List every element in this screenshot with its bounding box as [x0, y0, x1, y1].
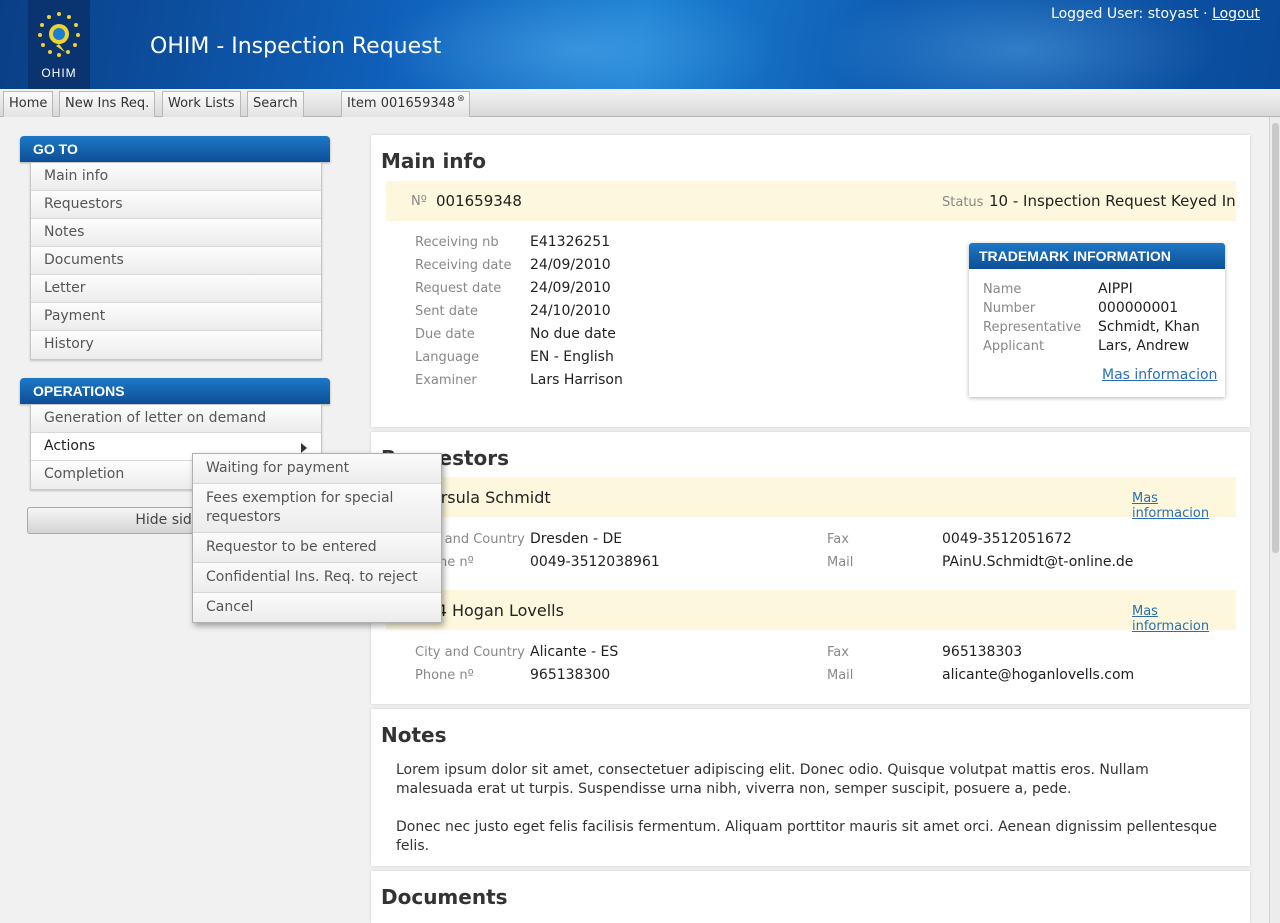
goto-payment[interactable]: Payment: [31, 303, 321, 331]
field-label: Language: [415, 350, 480, 365]
field-label: Sent date: [415, 304, 479, 319]
logged-user-label: Logged User: stoyast ·: [1051, 6, 1208, 22]
page-scrollbar[interactable]: [1269, 117, 1280, 923]
receiving-nb: E41326251: [530, 234, 611, 250]
requestor-phone: 0049-3512038961: [530, 554, 660, 570]
goto-notes[interactable]: Notes: [31, 219, 321, 247]
documents-section: Documents: [371, 871, 1250, 923]
requestor-header: 10014 Hogan Lovells Mas informacion: [386, 590, 1236, 634]
action-confidential-reject[interactable]: Confidential Ins. Req. to reject: [193, 563, 441, 593]
ohim-emblem-icon: [38, 12, 80, 57]
scrollbar-thumb[interactable]: [1272, 123, 1279, 553]
request-date: 24/09/2010: [530, 280, 611, 296]
tab-item-label: Item 001659348: [347, 96, 456, 111]
tm-representative: Schmidt, Khan: [1098, 319, 1200, 335]
operations-panel-title: OPERATIONS: [20, 378, 330, 404]
field-label: Request date: [415, 281, 502, 296]
main-info-summary: Nº 001659348 Status 10 - Inspection Requ…: [386, 181, 1236, 221]
actions-submenu: Waiting for payment Fees exemption for s…: [192, 453, 442, 623]
requestor-header: Ursula Schmidt Mas informacion: [386, 477, 1236, 521]
trademark-info-title: TRADEMARK INFORMATION: [969, 243, 1225, 269]
tm-field-label: Number: [983, 301, 1036, 316]
app-title: OHIM - Inspection Request: [150, 34, 442, 59]
submenu-arrow-icon: [301, 443, 307, 453]
tm-field-label: Representative: [983, 320, 1082, 335]
requestor-more-info-link[interactable]: Mas informacion: [1132, 491, 1236, 521]
field-label: City and Country: [415, 645, 525, 660]
requestor-fax: 965138303: [942, 644, 1023, 660]
requestor-city: Dresden - DE: [530, 531, 623, 547]
documents-title: Documents: [381, 885, 508, 909]
field-label: Fax: [827, 532, 849, 547]
goto-documents[interactable]: Documents: [31, 247, 321, 275]
ohim-logo[interactable]: OHIM: [28, 0, 90, 89]
requestors-section: Requestors Ursula Schmidt Mas informacio…: [371, 432, 1250, 704]
action-cancel[interactable]: Cancel: [193, 593, 441, 622]
requestor-phone: 965138300: [530, 667, 611, 683]
tm-applicant: Lars, Andrew: [1098, 338, 1190, 354]
action-fees-exemption[interactable]: Fees exemption for special requestors: [193, 484, 441, 533]
tab-item[interactable]: Item 001659348 ⊗: [341, 91, 470, 117]
goto-main-info[interactable]: Main info: [31, 163, 321, 191]
main-info-title: Main info: [381, 149, 486, 173]
field-label: Receiving nb: [415, 235, 499, 250]
tm-field-label: Applicant: [983, 339, 1045, 354]
examiner: Lars Harrison: [530, 372, 623, 388]
notes-title: Notes: [381, 723, 447, 747]
requestor-city: Alicante - ES: [530, 644, 619, 660]
sent-date: 24/10/2010: [530, 303, 611, 319]
app-header: OHIM OHIM - Inspection Request Logged Us…: [0, 0, 1280, 89]
field-label: Examiner: [415, 373, 477, 388]
field-label: Due date: [415, 327, 475, 342]
due-date: No due date: [530, 326, 616, 342]
trademark-info-box: TRADEMARK INFORMATION Name AIPPI Number …: [969, 243, 1225, 397]
goto-panel-title: GO TO: [20, 136, 330, 162]
receiving-date: 24/09/2010: [530, 257, 611, 273]
field-label: Mail: [827, 668, 854, 683]
main-nav: Home New Ins Req. Work Lists Search Item…: [0, 89, 1280, 117]
logout-link[interactable]: Logout: [1212, 6, 1260, 22]
field-label: Fax: [827, 645, 849, 660]
notes-paragraph: Donec nec justo eget felis facilisis fer…: [396, 819, 1218, 854]
notes-paragraph: Lorem ipsum dolor sit amet, consectetuer…: [396, 762, 1149, 797]
main-info-section: Main info Nº 001659348 Status 10 - Inspe…: [371, 135, 1250, 427]
number-label: Nº: [411, 194, 427, 209]
op-generation-letter[interactable]: Generation of letter on demand: [31, 405, 321, 433]
tm-more-info-link[interactable]: Mas informacion: [1102, 367, 1217, 383]
nav-new-ins-req[interactable]: New Ins Req.: [59, 91, 156, 117]
field-label: Phone nº: [415, 668, 474, 683]
logo-text: OHIM: [41, 66, 77, 80]
requestor-name: Ursula Schmidt: [429, 488, 551, 507]
tm-name: AIPPI: [1098, 281, 1133, 297]
status-label: Status: [942, 195, 984, 210]
tab-close-icon[interactable]: ⊗: [457, 94, 465, 104]
tm-field-label: Name: [983, 282, 1022, 297]
goto-menu: Main info Requestors Notes Documents Let…: [30, 162, 322, 360]
nav-home[interactable]: Home: [3, 91, 54, 117]
op-actions-label: Actions: [44, 438, 96, 454]
language: EN - English: [530, 349, 614, 365]
action-requestor-entered[interactable]: Requestor to be entered: [193, 533, 441, 563]
status-value: 10 - Inspection Request Keyed In: [989, 192, 1236, 210]
nav-search[interactable]: Search: [247, 91, 304, 117]
requestor-mail: PAinU.Schmidt@t-online.de: [942, 554, 1134, 570]
nav-work-lists[interactable]: Work Lists: [162, 91, 241, 117]
field-label: Mail: [827, 555, 854, 570]
requestor-fax: 0049-3512051672: [942, 531, 1072, 547]
request-number: 001659348: [436, 192, 522, 210]
action-waiting-payment[interactable]: Waiting for payment: [193, 454, 441, 484]
goto-requestors[interactable]: Requestors: [31, 191, 321, 219]
notes-section: Notes Lorem ipsum dolor sit amet, consec…: [371, 709, 1250, 866]
requestor-mail: alicante@hoganlovells.com: [942, 667, 1135, 683]
requestor-more-info-link[interactable]: Mas informacion: [1132, 604, 1236, 634]
goto-letter[interactable]: Letter: [31, 275, 321, 303]
tm-number: 000000001: [1098, 300, 1179, 316]
field-label: Receiving date: [415, 258, 512, 273]
user-info: Logged User: stoyast · Logout: [1051, 6, 1260, 22]
goto-history[interactable]: History: [31, 331, 321, 359]
